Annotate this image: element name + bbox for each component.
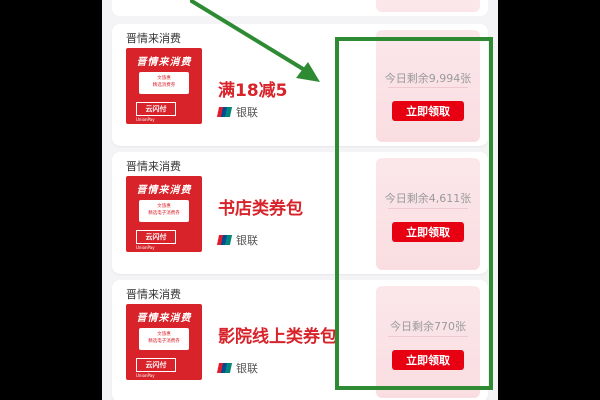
merchant-name: 晋情来消费 — [126, 288, 181, 301]
coupon-title: 影院线上类券包 — [218, 327, 337, 347]
thumbnail-ticket-line: 文旅惠 — [157, 203, 171, 209]
quickpass-logo: 云闪付 — [136, 102, 176, 116]
coupon-claim-panel: 今日剩余9,994张 立即领取 — [376, 30, 480, 142]
unionpay-icon — [216, 363, 233, 373]
divider — [388, 208, 468, 209]
divider — [388, 336, 468, 337]
quickpass-subtext: UnionPay — [136, 373, 155, 378]
remaining-count: 今日剩余4,611张 — [384, 192, 472, 205]
coupon-claim-panel: 今日剩余770张 立即领取 — [376, 286, 480, 398]
thumbnail-ticket: 文旅惠 精选电子消费券 — [139, 200, 189, 222]
partial-coupon-card — [112, 0, 488, 16]
divider — [388, 87, 468, 88]
claim-button[interactable]: 立即领取 — [392, 222, 464, 242]
claim-button[interactable]: 立即领取 — [392, 350, 464, 370]
bank-label: 银联 — [216, 232, 258, 248]
coupon-info: 晋情来消费 晋情来消费 文旅惠 精选消费券 云闪付 UnionPay 满18减5… — [112, 24, 342, 146]
thumbnail-ticket-line: 文旅惠 — [157, 331, 171, 337]
unionpay-icon — [216, 235, 233, 245]
thumbnail-ticket-line: 精选电子消费券 — [148, 210, 180, 216]
remaining-count: 今日剩余9,994张 — [384, 72, 472, 85]
quickpass-logo: 云闪付 — [136, 358, 176, 372]
bank-name: 银联 — [236, 106, 258, 119]
thumbnail-brand: 晋情来消费 — [136, 185, 192, 196]
coupon-thumbnail: 晋情来消费 文旅惠 精选电子消费券 云闪付 UnionPay — [126, 176, 202, 252]
thumbnail-ticket-line: 文旅惠 — [157, 75, 171, 81]
thumbnail-brand: 晋情来消费 — [136, 57, 192, 68]
bank-name: 银联 — [236, 362, 258, 375]
thumbnail-ticket-line: 精选电子消费券 — [148, 338, 180, 344]
coupon-card[interactable]: 晋情来消费 晋情来消费 文旅惠 精选电子消费券 云闪付 UnionPay 影院线… — [112, 280, 488, 400]
remaining-count: 今日剩余770张 — [390, 320, 466, 333]
merchant-name: 晋情来消费 — [126, 160, 181, 173]
coupon-card[interactable]: 晋情来消费 晋情来消费 文旅惠 精选消费券 云闪付 UnionPay 满18减5… — [112, 24, 488, 146]
thumbnail-brand: 晋情来消费 — [136, 313, 192, 324]
coupon-claim-panel: 今日剩余4,611张 立即领取 — [376, 158, 480, 270]
bank-label: 银联 — [216, 104, 258, 120]
coupon-info: 晋情来消费 晋情来消费 文旅惠 精选电子消费券 云闪付 UnionPay 影院线… — [112, 280, 342, 400]
claim-button[interactable]: 立即领取 — [392, 101, 464, 121]
quickpass-logo: 云闪付 — [136, 230, 176, 244]
merchant-name: 晋情来消费 — [126, 32, 181, 45]
bank-label: 银联 — [216, 360, 258, 376]
unionpay-icon — [216, 107, 233, 117]
quickpass-subtext: UnionPay — [136, 245, 155, 250]
coupon-list-screen: 晋情来消费 晋情来消费 文旅惠 精选消费券 云闪付 UnionPay 满18减5… — [102, 0, 498, 400]
coupon-thumbnail: 晋情来消费 文旅惠 精选消费券 云闪付 UnionPay — [126, 48, 202, 124]
thumbnail-ticket: 文旅惠 精选消费券 — [139, 72, 189, 94]
coupon-card[interactable]: 晋情来消费 晋情来消费 文旅惠 精选电子消费券 云闪付 UnionPay 书店类… — [112, 152, 488, 274]
coupon-info: 晋情来消费 晋情来消费 文旅惠 精选电子消费券 云闪付 UnionPay 书店类… — [112, 152, 342, 274]
coupon-title: 书店类券包 — [218, 199, 303, 219]
coupon-title: 满18减5 — [218, 81, 288, 101]
bank-name: 银联 — [236, 234, 258, 247]
thumbnail-ticket: 文旅惠 精选电子消费券 — [139, 328, 189, 350]
quickpass-subtext: UnionPay — [136, 117, 155, 122]
partial-coupon-claim-panel — [376, 0, 480, 12]
coupon-thumbnail: 晋情来消费 文旅惠 精选电子消费券 云闪付 UnionPay — [126, 304, 202, 380]
thumbnail-ticket-line: 精选消费券 — [152, 82, 176, 88]
